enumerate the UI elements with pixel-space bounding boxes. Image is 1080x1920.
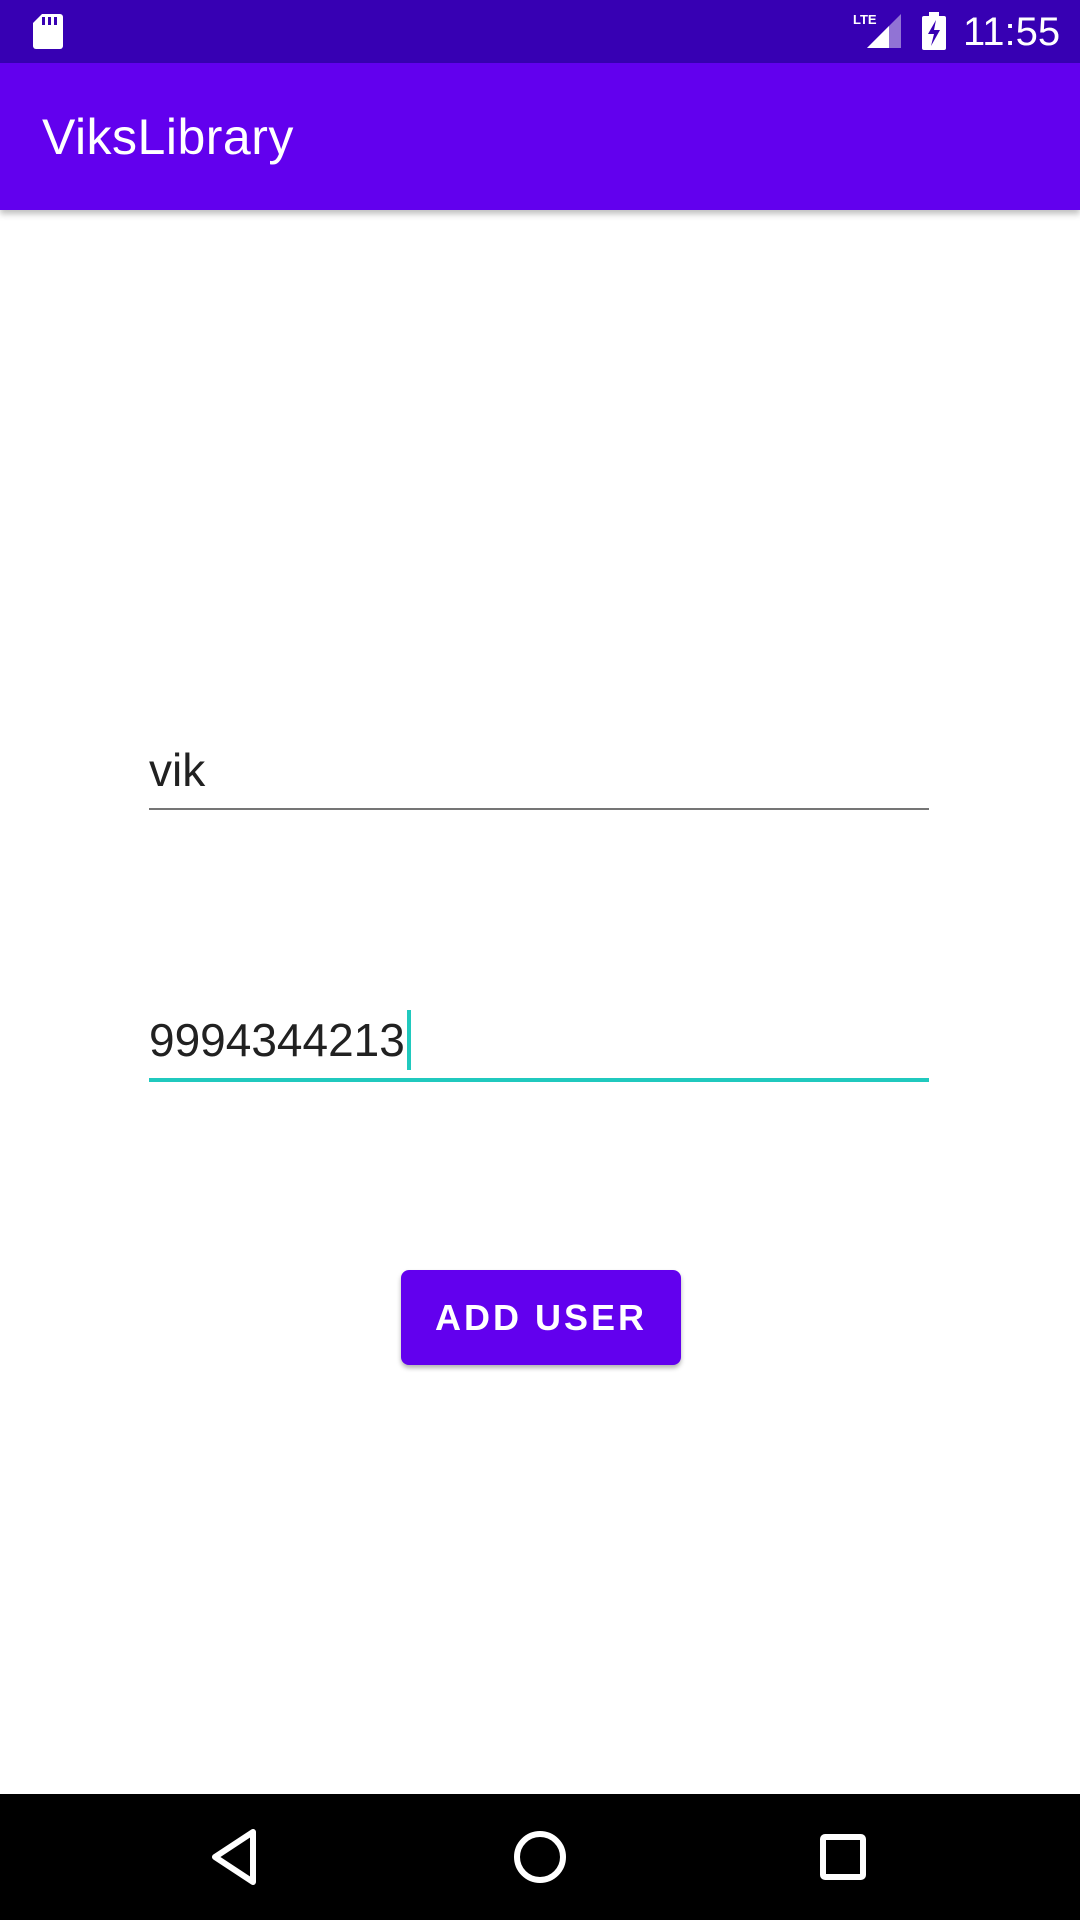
back-icon[interactable] [201,1822,271,1892]
app-title: ViksLibrary [42,109,294,165]
screen: LTE 11:55 ViksLibrary vik 9994344213 ADD… [0,0,1080,1920]
add-user-button[interactable]: ADD USER [401,1270,681,1365]
lte-signal-icon: LTE [853,12,901,48]
sd-card-icon [33,14,63,49]
name-field[interactable]: vik [149,740,929,810]
name-input[interactable]: vik [149,740,929,800]
status-bar: LTE 11:55 [0,0,1080,63]
battery-charging-icon [922,12,946,50]
name-field-underline [149,808,929,810]
home-icon[interactable] [505,1822,575,1892]
phone-field-underline [149,1078,929,1082]
text-cursor [406,1010,411,1070]
navigation-bar [0,1794,1080,1920]
recents-icon[interactable] [808,1822,878,1892]
app-bar: ViksLibrary [0,63,1080,210]
status-time: 11:55 [963,10,1061,54]
name-input-value: vik [149,744,206,796]
phone-input[interactable]: 9994344213 [149,1010,929,1070]
phone-field[interactable]: 9994344213 [149,1010,929,1082]
lte-label: LTE [853,12,877,27]
phone-input-value: 9994344213 [149,1014,405,1066]
